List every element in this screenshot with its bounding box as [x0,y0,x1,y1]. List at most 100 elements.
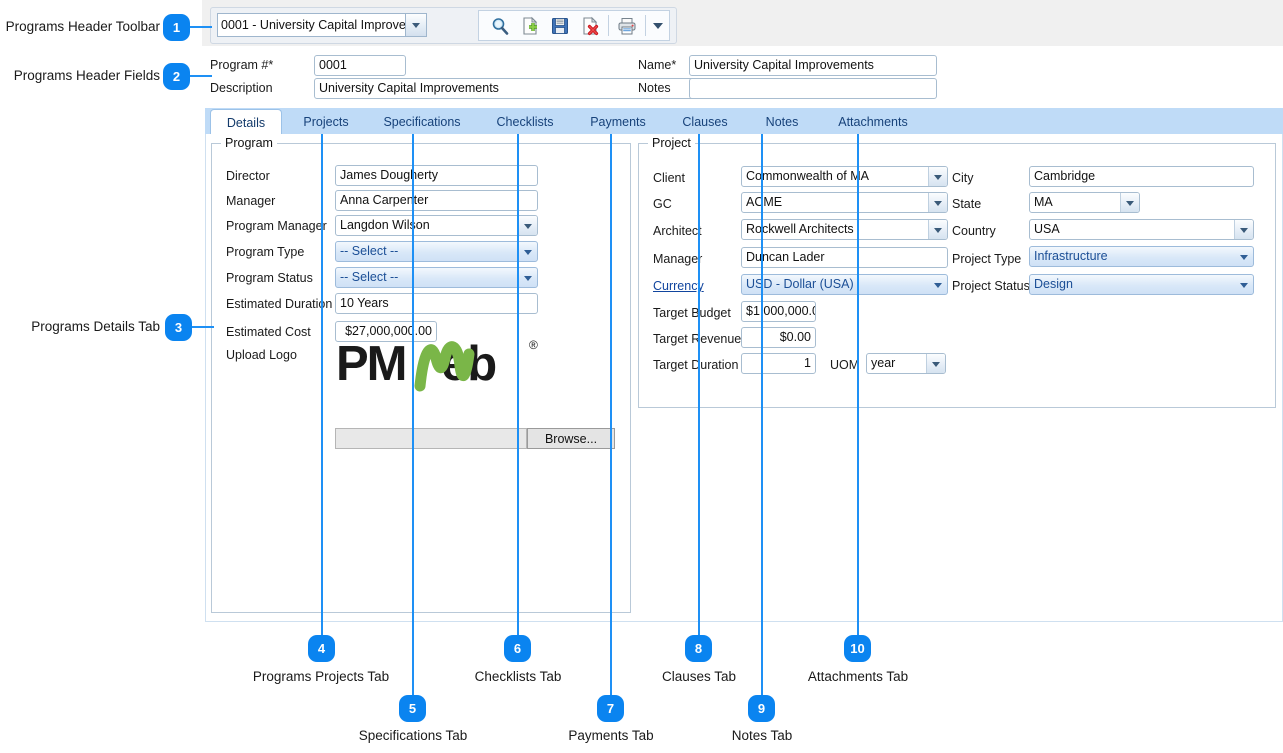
annotation-connector-4 [321,134,323,637]
project-fieldset-legend: Project [648,136,695,150]
annotation-connector-1 [190,26,212,28]
currency-link[interactable]: Currency [653,279,704,293]
annotation-badge-5[interactable]: 5 [399,695,426,722]
target-revenue-input[interactable]: $0.00 [741,327,816,348]
architect-label: Architect [653,224,702,238]
project-type-select[interactable]: Infrastructure [1029,246,1254,267]
chevron-down-icon[interactable] [518,216,537,235]
print-button[interactable] [612,12,642,40]
add-button[interactable] [515,12,545,40]
manager-label: Manager [226,194,276,208]
chevron-down-icon[interactable] [1234,220,1253,239]
search-button[interactable] [485,12,515,40]
add-document-icon [523,16,538,35]
project-type-value: Infrastructure [1034,249,1108,263]
tab-clauses[interactable]: Clauses [664,110,746,134]
client-value: Commonwealth of MA [746,169,869,183]
annotation-connector-8 [698,134,700,637]
pmweb-logo: PM eb ® [336,332,564,400]
gc-select[interactable]: ACME [741,192,948,213]
director-label: Director [226,169,270,183]
program-type-select[interactable]: -- Select -- [335,241,538,262]
tab-projects[interactable]: Projects [287,110,365,134]
browse-button[interactable]: Browse... [527,428,615,449]
manager-input[interactable]: Anna Carpenter [335,190,538,211]
tab-checklists[interactable]: Checklists [478,110,572,134]
program-selector-value[interactable]: 0001 - University Capital Improve [217,13,405,37]
chevron-down-icon[interactable] [929,275,947,294]
chevron-down-icon[interactable] [519,268,537,287]
program-number-input[interactable]: 0001 [314,55,406,76]
tab-notes[interactable]: Notes [747,110,817,134]
delete-document-icon [583,16,599,35]
notes-label: Notes [638,81,671,95]
architect-select[interactable]: Rockwell Architects [741,219,948,240]
tab-label: Notes [765,115,799,129]
save-button[interactable] [545,12,575,40]
target-duration-label: Target Duration [653,358,739,372]
tab-details[interactable]: Details [210,109,282,135]
chevron-down-icon[interactable] [928,220,947,239]
programs-header-fields: Program #* 0001 Description University C… [202,46,1283,108]
program-selector-dropdown-button[interactable] [405,13,427,37]
name-input[interactable]: University Capital Improvements [689,55,937,76]
chevron-down-icon[interactable] [928,167,947,186]
state-select[interactable]: MA [1029,192,1140,213]
target-budget-input[interactable]: $1,000,000.00 [741,301,816,322]
chevron-down-icon[interactable] [1235,275,1253,294]
description-input[interactable]: University Capital Improvements [314,78,746,99]
chevron-down-icon[interactable] [519,242,537,261]
tab-attachments[interactable]: Attachments [818,110,928,134]
annotation-badge-10[interactable]: 10 [844,635,871,662]
program-number-label: Program #* [210,58,274,72]
uom-select[interactable]: year [866,353,946,374]
details-tab-panel: Program Director James Dougherty Manager… [205,134,1283,622]
annotation-badge-7[interactable]: 7 [597,695,624,722]
tab-label: Checklists [496,115,554,129]
program-manager-select[interactable]: Langdon Wilson [335,215,538,236]
annotation-badge-8[interactable]: 8 [685,635,712,662]
chevron-down-icon[interactable] [926,354,945,373]
program-status-value: -- Select -- [340,270,399,284]
toolbar-separator-2 [645,15,646,36]
svg-text:PM: PM [336,337,406,391]
annotation-badge-6[interactable]: 6 [504,635,531,662]
programs-header-toolbar: 0001 - University Capital Improve [202,0,1283,47]
client-select[interactable]: Commonwealth of MA [741,166,948,187]
annotation-badge-9[interactable]: 9 [748,695,775,722]
annotation-label-1: Programs Header Toolbar [5,19,160,34]
annotation-badge-1[interactable]: 1 [163,14,190,41]
annotation-badge-2[interactable]: 2 [163,63,190,90]
annotation-badge-4[interactable]: 4 [308,635,335,662]
program-status-select[interactable]: -- Select -- [335,267,538,288]
program-manager-value: Langdon Wilson [340,218,430,232]
description-label: Description [210,81,273,95]
logo-file-input[interactable] [335,428,527,449]
tab-payments[interactable]: Payments [573,110,663,134]
toolbar-panel: 0001 - University Capital Improve [210,7,677,44]
notes-input[interactable] [689,78,937,99]
project-manager-input[interactable]: Duncan Lader [741,247,948,268]
chevron-down-icon[interactable] [1120,193,1139,212]
director-input[interactable]: James Dougherty [335,165,538,186]
state-value: MA [1034,195,1053,209]
print-dropdown-button[interactable] [649,12,667,40]
chevron-down-icon[interactable] [1235,247,1253,266]
estimated-duration-input[interactable]: 10 Years [335,293,538,314]
city-label: City [952,171,974,185]
program-manager-label: Program Manager [226,219,327,233]
program-selector[interactable]: 0001 - University Capital Improve [217,13,427,37]
city-input[interactable]: Cambridge [1029,166,1254,187]
program-type-value: -- Select -- [340,244,399,258]
annotation-label-6: Checklists Tab [474,669,562,684]
delete-button[interactable] [575,12,605,40]
country-select[interactable]: USA [1029,219,1254,240]
project-status-select[interactable]: Design [1029,274,1254,295]
details-tabstrip: Details Projects Specifications Checklis… [205,108,1283,135]
target-duration-input[interactable]: 1 [741,353,816,374]
chevron-down-icon[interactable] [928,193,947,212]
currency-select[interactable]: USD - Dollar (USA) [741,274,948,295]
annotation-badge-3[interactable]: 3 [165,314,192,341]
tab-label: Projects [303,115,349,129]
tab-specifications[interactable]: Specifications [367,110,477,134]
